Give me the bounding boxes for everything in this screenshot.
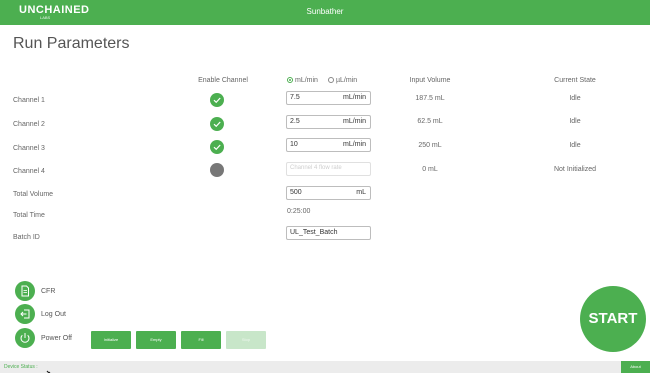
total-volume-unit: mL bbox=[356, 189, 366, 196]
logout-label[interactable]: Log Out bbox=[41, 311, 66, 318]
check-icon bbox=[213, 121, 221, 128]
channel-2-rate-unit: mL/min bbox=[343, 118, 366, 125]
unit-ul-label[interactable]: µL/min bbox=[336, 77, 357, 84]
channel-4-rate-placeholder: Channel 4 flow rate bbox=[290, 165, 342, 171]
batch-id-value: UL_Test_Batch bbox=[290, 229, 338, 236]
logout-icon bbox=[20, 309, 30, 319]
document-icon bbox=[21, 285, 29, 297]
channel-1-label: Channel 1 bbox=[13, 97, 45, 104]
power-icon bbox=[20, 333, 30, 343]
channel-3-state: Idle bbox=[569, 142, 581, 149]
channel-3-rate-value: 10 bbox=[290, 141, 298, 148]
channel-2-state: Idle bbox=[569, 118, 581, 125]
empty-button[interactable]: Empty bbox=[136, 331, 176, 349]
total-volume-input[interactable]: 500 mL bbox=[286, 186, 371, 200]
channel-2-rate-input[interactable]: 2.5 mL/min bbox=[286, 115, 371, 129]
channel-3-input-volume: 250 mL bbox=[418, 142, 442, 149]
channel-3-rate-unit: mL/min bbox=[343, 141, 366, 148]
app-title: Sunbather bbox=[306, 7, 344, 16]
about-button[interactable]: About bbox=[621, 361, 650, 373]
channel-1-enable-toggle[interactable] bbox=[210, 93, 224, 107]
channel-1-state: Idle bbox=[569, 95, 581, 102]
input-volume-header: Input Volume bbox=[409, 77, 451, 84]
stop-button[interactable]: Stop bbox=[226, 331, 266, 349]
check-icon bbox=[213, 97, 221, 104]
unit-ml-radio[interactable] bbox=[287, 77, 293, 83]
cfr-button[interactable] bbox=[15, 281, 35, 301]
channel-1-rate-unit: mL/min bbox=[343, 94, 366, 101]
total-time-label: Total Time bbox=[13, 212, 45, 219]
disconnected-icon bbox=[46, 363, 55, 373]
channel-2-label: Channel 2 bbox=[13, 121, 45, 128]
channel-1-rate-value: 7.5 bbox=[290, 94, 300, 101]
channel-1-rate-input[interactable]: 7.5 mL/min bbox=[286, 91, 371, 105]
total-volume-value: 500 bbox=[290, 189, 302, 196]
channel-4-state: Not Initialized bbox=[553, 166, 597, 173]
power-off-label[interactable]: Power Off bbox=[41, 335, 72, 342]
start-button[interactable]: START bbox=[580, 286, 646, 352]
channel-4-enable-toggle[interactable] bbox=[210, 163, 224, 177]
unit-ml-label[interactable]: mL/min bbox=[295, 77, 318, 84]
check-icon bbox=[213, 144, 221, 151]
batch-id-input[interactable]: UL_Test_Batch bbox=[286, 226, 371, 240]
total-volume-label: Total Volume bbox=[13, 191, 54, 198]
status-bar bbox=[0, 361, 650, 373]
enable-channel-header: Enable Channel bbox=[198, 77, 248, 84]
cfr-label[interactable]: CFR bbox=[41, 288, 55, 295]
channel-4-rate-input[interactable]: Channel 4 flow rate bbox=[286, 162, 371, 176]
channel-2-rate-value: 2.5 bbox=[290, 118, 300, 125]
unit-ul-radio[interactable] bbox=[328, 77, 334, 83]
channel-4-label: Channel 4 bbox=[13, 168, 45, 175]
initialize-button[interactable]: Initialize bbox=[91, 331, 131, 349]
batch-id-label: Batch ID bbox=[13, 234, 40, 241]
channel-2-enable-toggle[interactable] bbox=[210, 117, 224, 131]
channel-3-label: Channel 3 bbox=[13, 145, 45, 152]
total-time-value: 0:25:00 bbox=[287, 208, 311, 215]
page-title: Run Parameters bbox=[13, 35, 130, 52]
logout-button[interactable] bbox=[15, 304, 35, 324]
channel-2-input-volume: 62.5 mL bbox=[417, 118, 443, 125]
device-status-label: Device Status : bbox=[4, 364, 38, 370]
channel-1-input-volume: 187.5 mL bbox=[415, 95, 445, 102]
fill-button[interactable]: Fill bbox=[181, 331, 221, 349]
current-state-header: Current State bbox=[554, 77, 596, 84]
power-off-button[interactable] bbox=[15, 328, 35, 348]
channel-3-rate-input[interactable]: 10 mL/min bbox=[286, 138, 371, 152]
channel-4-input-volume: 0 mL bbox=[422, 166, 438, 173]
channel-3-enable-toggle[interactable] bbox=[210, 140, 224, 154]
